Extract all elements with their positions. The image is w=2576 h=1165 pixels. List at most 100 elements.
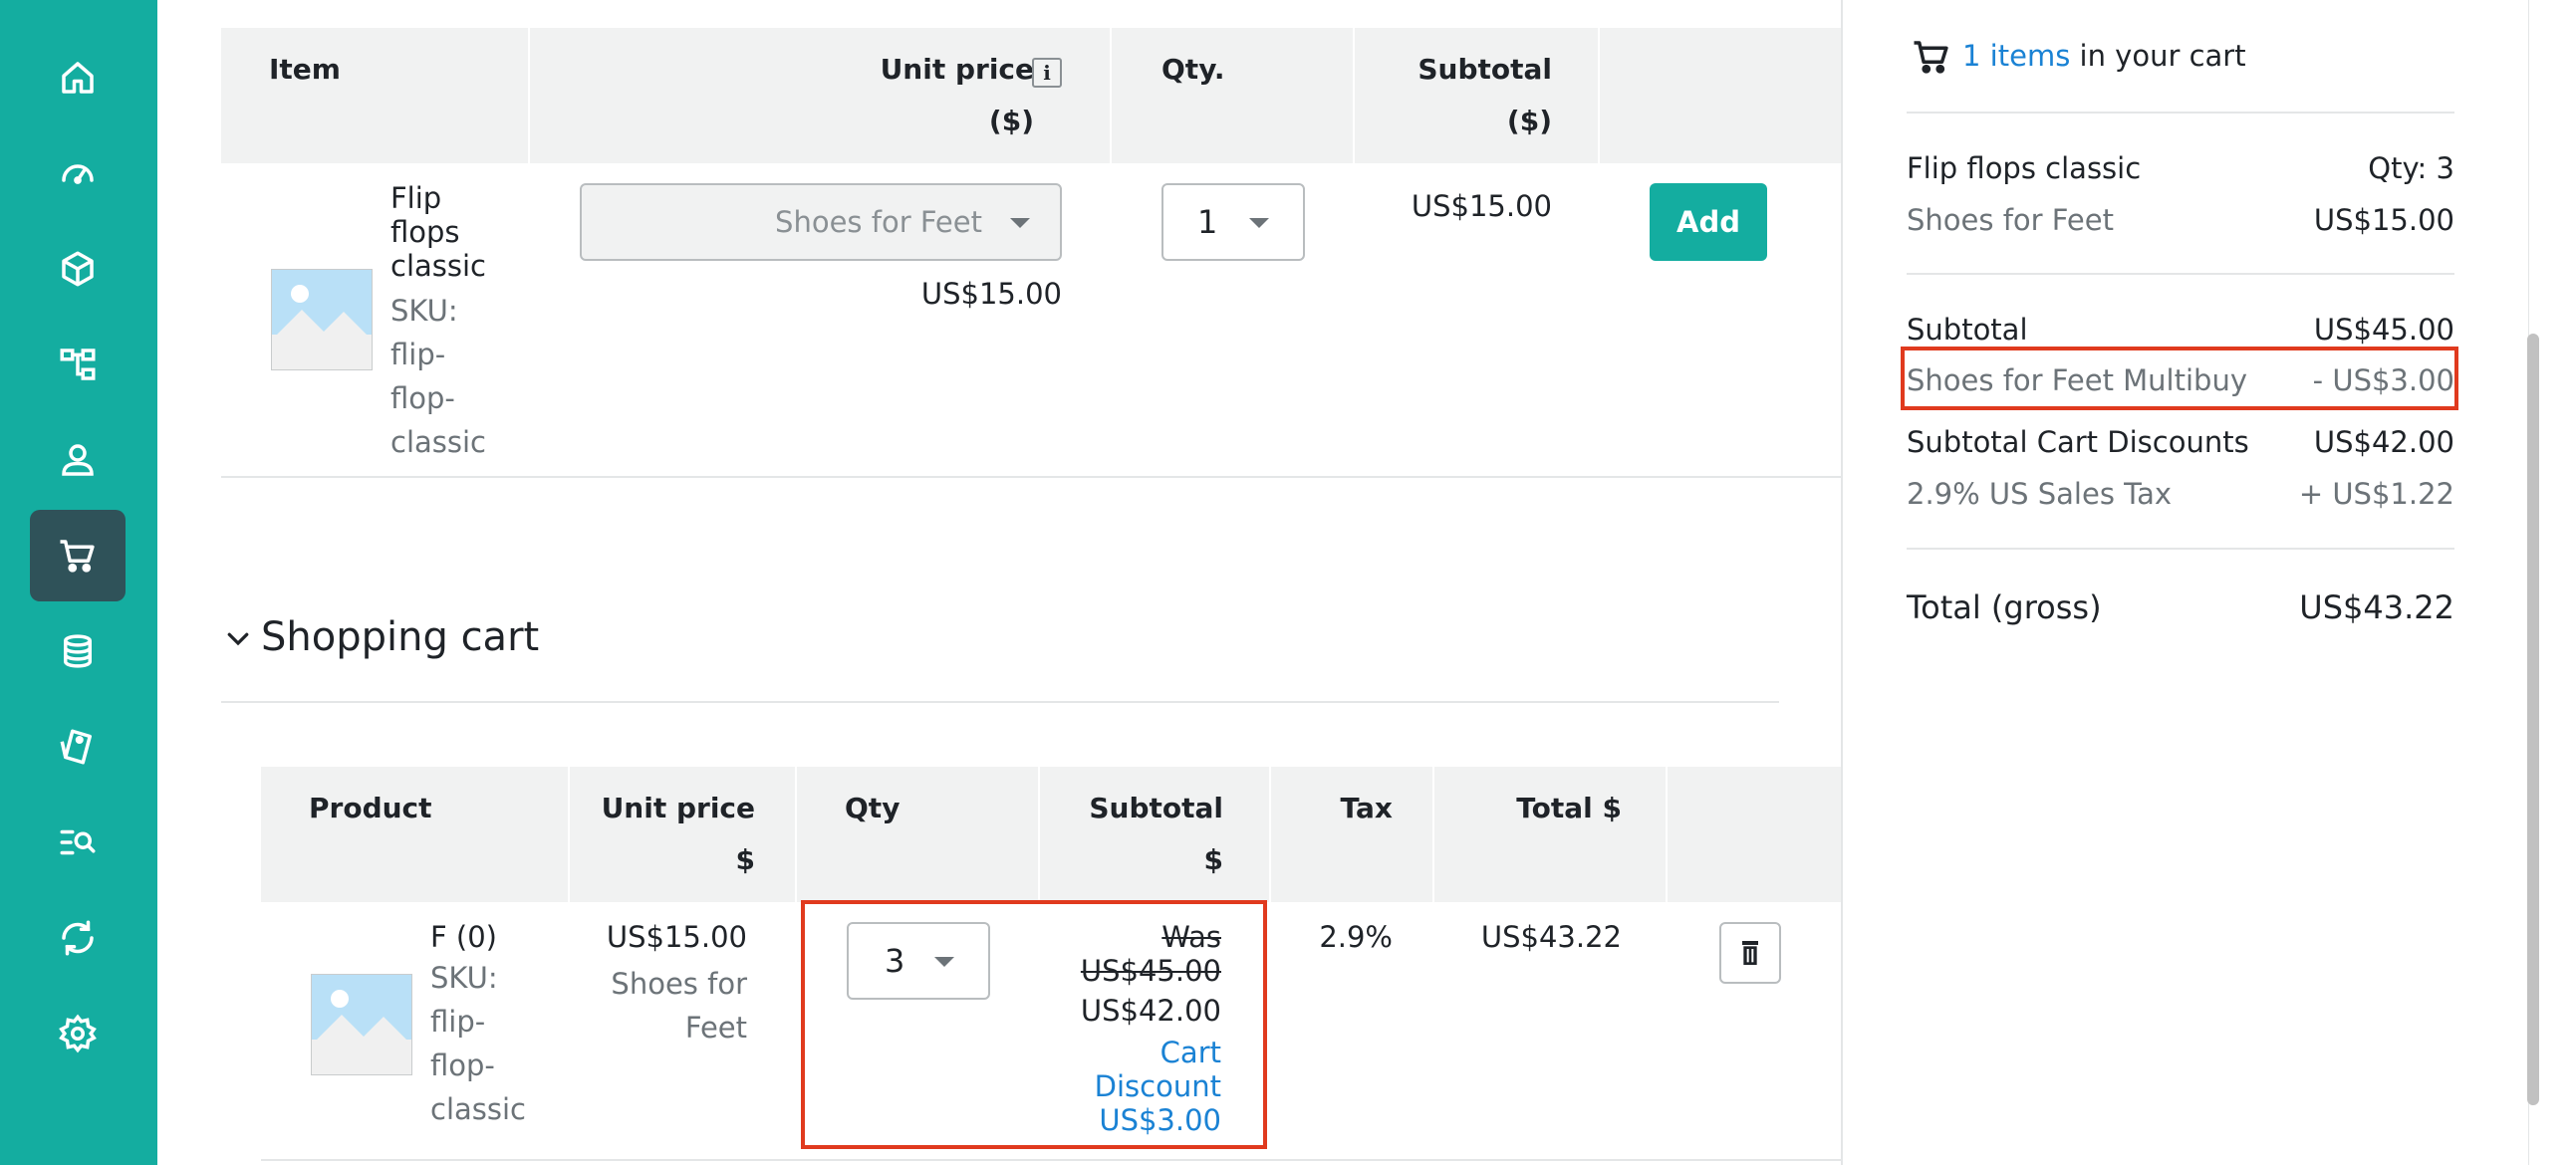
hierarchy-icon	[60, 349, 96, 380]
cart-sku-line: classic	[430, 1092, 526, 1126]
cart-total: US$43.22	[1480, 920, 1622, 954]
product-sku-line: SKU:	[390, 294, 458, 328]
column-divider	[1038, 767, 1040, 902]
nav-products[interactable]	[30, 223, 126, 315]
price-list-select[interactable]: Shoes for Feet	[580, 183, 1062, 261]
nav-orders[interactable]	[30, 510, 126, 601]
price-list-select-value: Shoes for Feet	[775, 205, 982, 239]
product-name-line: classic	[390, 249, 486, 283]
summary-item-name: Flip flops classic	[1907, 151, 2142, 185]
cart-items-suffix: in your cart	[2070, 39, 2246, 73]
header-subtotal-unit: ($)	[1506, 105, 1552, 137]
nav-customers[interactable]	[30, 414, 126, 506]
cart-icon	[60, 540, 95, 573]
gear-icon	[59, 1014, 97, 1053]
summary-subtotal-value: US$45.00	[2313, 313, 2454, 347]
header-subtotal: Subtotal	[1089, 792, 1223, 824]
section-title-shopping-cart[interactable]: Shopping cart	[261, 611, 539, 663]
cart-unit-price: US$15.00	[606, 920, 747, 954]
product-sku-line: flip-	[390, 338, 446, 371]
column-divider	[528, 28, 530, 163]
info-icon[interactable]: i	[1032, 58, 1062, 88]
header-subtotal-unit: $	[1203, 843, 1223, 876]
product-sku-line: classic	[390, 425, 486, 459]
header-unit-price: Unit price ($)	[880, 53, 1034, 137]
column-divider	[1269, 767, 1271, 902]
column-divider	[1666, 767, 1668, 902]
summary-total-label: Total (gross)	[1907, 588, 2102, 626]
header-qty: Qty.	[1161, 53, 1225, 86]
header-unit-price: Unit price	[601, 792, 755, 824]
cart-summary-panel: 1 items in your cart Flip flops classic …	[1841, 0, 2530, 1165]
dashboard-icon	[62, 164, 94, 184]
summary-divider	[1907, 112, 2454, 114]
cart-sku-line: flip-	[430, 1005, 486, 1039]
product-sku-line: flop-	[390, 381, 455, 415]
column-divider	[1598, 28, 1600, 163]
column-divider	[568, 767, 570, 902]
summary-divider	[1907, 548, 2454, 550]
product-name-line: flops	[390, 215, 460, 249]
sidebar	[0, 0, 157, 1165]
section-divider	[221, 701, 1779, 703]
row-divider	[261, 1159, 1990, 1161]
user-icon	[62, 444, 94, 476]
home-icon	[62, 62, 94, 94]
cart-price-list-line: Shoes for	[611, 967, 747, 1001]
delete-button[interactable]	[1719, 922, 1781, 984]
summary-item-price: US$15.00	[2313, 203, 2454, 237]
product-unit-price: US$15.00	[920, 277, 1062, 311]
nav-categories[interactable]	[30, 319, 126, 410]
quantity-select-value: 1	[1197, 203, 1218, 241]
summary-subtotal-discounts-value: US$42.00	[2313, 425, 2454, 459]
summary-subtotal-discounts-label: Subtotal Cart Discounts	[1907, 425, 2249, 459]
trash-icon	[1742, 941, 1758, 965]
cart-icon	[1914, 41, 1948, 74]
header-item: Item	[269, 53, 341, 86]
product-name-line: Flip	[390, 181, 442, 215]
cart-product-name: F (0)	[430, 920, 497, 954]
product-table-header	[221, 28, 1974, 163]
header-total: Total $	[1516, 792, 1622, 824]
chevron-down-icon[interactable]	[223, 623, 253, 653]
nav-dashboard[interactable]	[30, 127, 126, 219]
header-product: Product	[309, 792, 432, 824]
summary-item-qty: Qty: 3	[2368, 151, 2454, 185]
summary-multibuy-label: Shoes for Feet Multibuy	[1907, 363, 2247, 397]
header-unit-price-unit: $	[735, 843, 755, 876]
highlight-box	[801, 900, 1267, 1149]
nav-home[interactable]	[30, 32, 126, 123]
box-icon	[62, 251, 94, 287]
nav-settings[interactable]	[30, 988, 126, 1079]
cart-product-image-placeholder	[311, 974, 412, 1075]
nav-pricing[interactable]	[30, 605, 126, 697]
column-divider	[1432, 767, 1434, 902]
column-divider	[1110, 28, 1112, 163]
product-image-placeholder	[271, 269, 373, 370]
row-divider	[221, 476, 1974, 478]
summary-multibuy-value: - US$3.00	[2312, 363, 2454, 397]
add-button[interactable]: Add	[1650, 183, 1767, 261]
header-tax: Tax	[1340, 792, 1393, 824]
summary-subtotal-label: Subtotal	[1907, 313, 2028, 347]
column-divider	[795, 767, 797, 902]
main-content: Item Unit price ($) i Qty. Subtotal ($) …	[157, 0, 1990, 1165]
nav-search[interactable]	[30, 797, 126, 888]
quantity-select[interactable]: 1	[1161, 183, 1305, 261]
sync-icon	[62, 920, 94, 956]
coins-icon	[64, 634, 92, 668]
nav-sync[interactable]	[30, 892, 126, 984]
cart-tax: 2.9%	[1319, 920, 1393, 954]
cart-sku-line: SKU:	[430, 961, 498, 995]
summary-total-value: US$43.22	[2299, 588, 2454, 626]
scrollbar-thumb[interactable]	[2527, 334, 2539, 1105]
summary-divider	[1907, 273, 2454, 275]
cart-items-link[interactable]: 1 items	[1962, 39, 2070, 73]
tag-icon	[60, 729, 92, 765]
cart-price-list-line: Feet	[684, 1011, 747, 1045]
nav-discounts[interactable]	[30, 701, 126, 793]
product-subtotal: US$15.00	[1411, 189, 1552, 223]
chevron-down-icon	[1010, 218, 1030, 228]
search-list-icon	[60, 829, 96, 855]
column-divider	[1353, 28, 1355, 163]
